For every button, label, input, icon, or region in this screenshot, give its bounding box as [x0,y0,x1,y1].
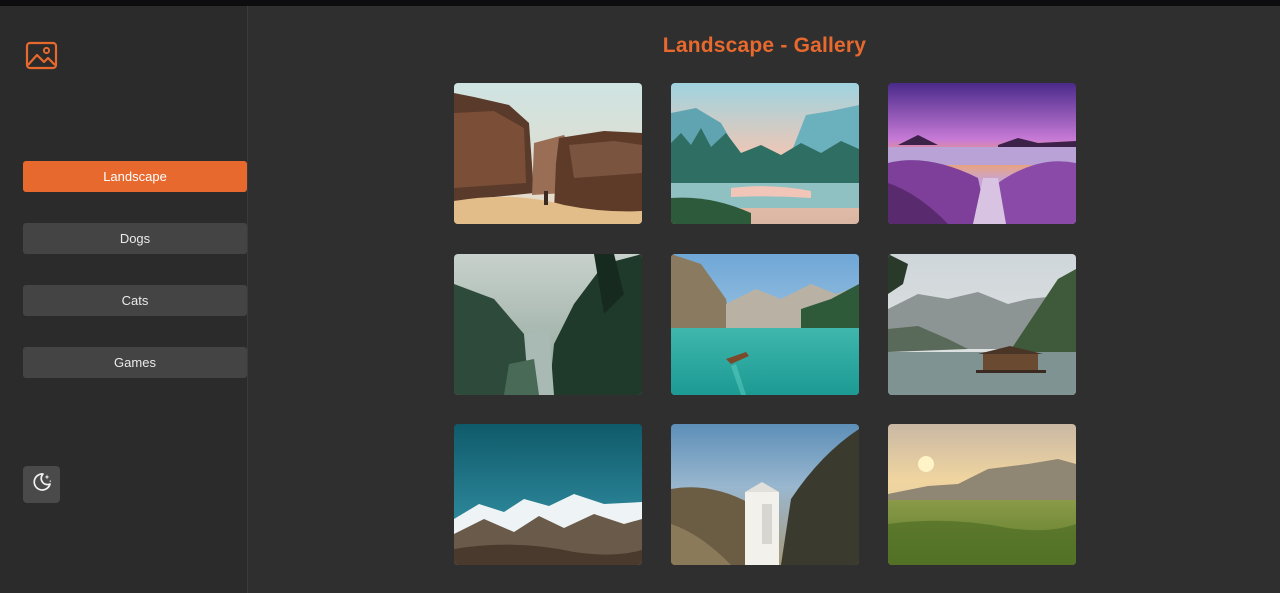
gallery-photo-turquoise-lake-boat[interactable] [671,254,859,395]
sidebar-item-label: Cats [121,293,149,308]
sidebar-item-cats[interactable]: Cats [23,285,247,316]
sidebar: Landscape Dogs Cats Games [0,6,248,593]
sidebar-item-label: Games [114,355,156,370]
gallery-photo-desert-canyon[interactable] [454,83,642,224]
image-gallery-icon [25,41,58,71]
sidebar-item-games[interactable]: Games [23,347,247,378]
sidebar-item-label: Dogs [119,231,151,246]
gallery-main: Landscape - Gallery [249,6,1280,593]
gallery-photo-lake-cabin[interactable] [888,254,1076,395]
page-title: Landscape - Gallery [662,34,867,57]
theme-toggle-button[interactable] [23,466,60,503]
gallery-photo-water-carton[interactable] [671,424,859,565]
gallery-photo-lavender-lake[interactable] [888,83,1076,224]
sidebar-item-landscape[interactable]: Landscape [23,161,247,192]
sidebar-item-dogs[interactable]: Dogs [23,223,247,254]
moon-stars-icon [31,471,53,498]
gallery-photo-snowy-mountains[interactable] [454,424,642,565]
gallery-photo-forest-lake[interactable] [671,83,859,224]
sidebar-item-label: Landscape [103,169,167,184]
gallery-photo-meadow-sunrise[interactable] [888,424,1076,565]
gallery-photo-misty-river[interactable] [454,254,642,395]
